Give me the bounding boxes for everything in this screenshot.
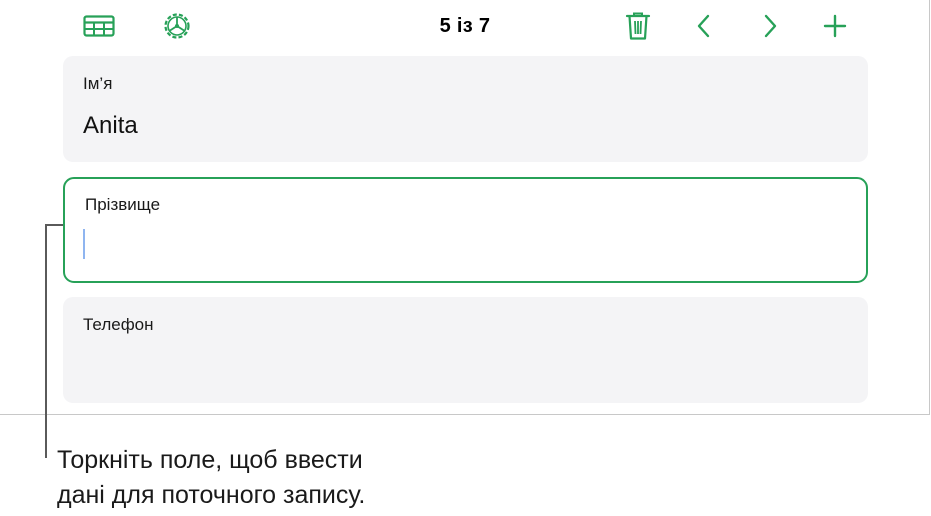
callout-line-1: Торкніть поле, щоб ввести (57, 446, 363, 474)
field-value: Anita (83, 112, 138, 139)
chevron-left-icon (695, 13, 713, 39)
field-label: Ім’я (83, 74, 113, 93)
callout-line (45, 224, 63, 226)
next-record-button[interactable] (753, 10, 787, 42)
callout-line (45, 224, 47, 458)
callout-text: Торкніть поле, щоб ввести дані для поточ… (57, 443, 365, 513)
text-cursor (83, 229, 85, 259)
field-label: Прізвище (85, 195, 161, 214)
field-last-name[interactable]: Прізвище (63, 177, 868, 283)
plus-icon (823, 14, 847, 38)
previous-record-button[interactable] (687, 10, 721, 42)
delete-record-button[interactable] (621, 10, 655, 42)
field-label: Телефон (83, 315, 154, 334)
callout-line-2: дані для поточного запису. (57, 481, 366, 509)
toolbar: 5 із 7 (0, 0, 930, 54)
form-screen: 5 із 7 Ім’я Anita Прізвище Телефон (0, 0, 930, 415)
add-record-button[interactable] (818, 10, 852, 42)
field-first-name[interactable]: Ім’я Anita (63, 56, 868, 162)
record-counter: 5 із 7 (439, 15, 491, 37)
trash-icon (625, 11, 651, 41)
field-phone[interactable]: Телефон (63, 297, 868, 403)
chevron-right-icon (761, 13, 779, 39)
